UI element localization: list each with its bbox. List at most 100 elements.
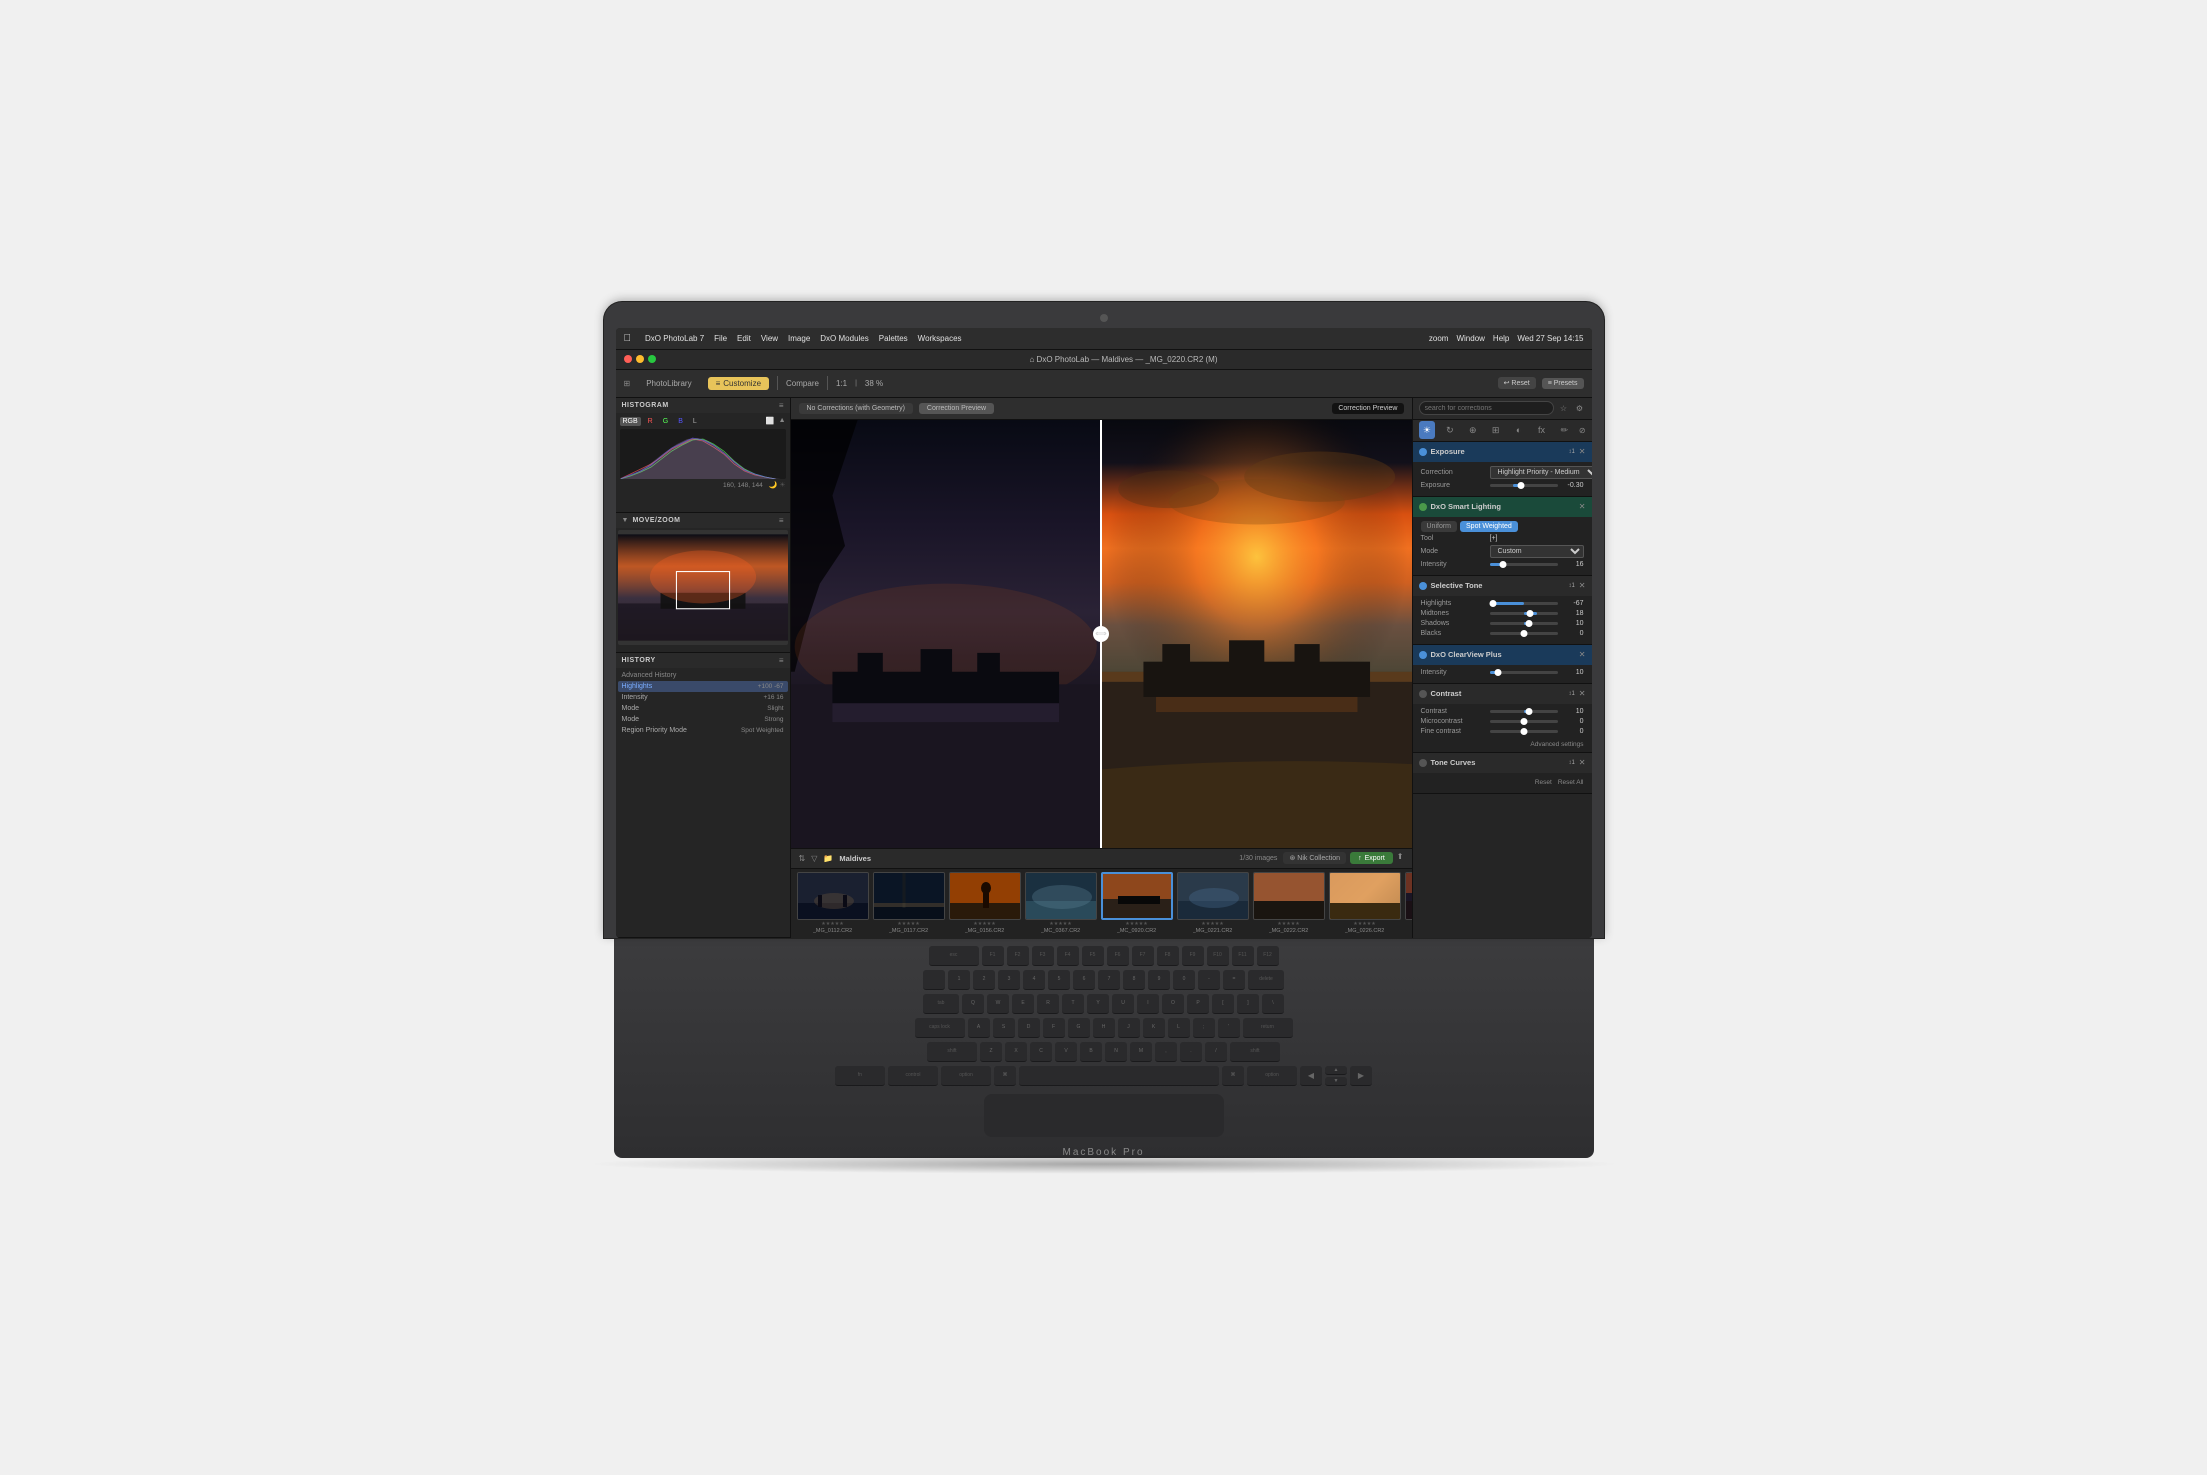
key-i[interactable]: I	[1137, 994, 1159, 1014]
histogram-display-icon[interactable]: ⬜	[766, 417, 775, 426]
key-f12[interactable]: F12	[1257, 946, 1279, 966]
history-menu-icon[interactable]: ≡	[779, 656, 784, 665]
key-equals[interactable]: =	[1223, 970, 1245, 990]
history-header[interactable]: HISTORY ≡	[616, 653, 790, 668]
key-capslock[interactable]: caps lock	[915, 1018, 965, 1038]
contrast-header[interactable]: Contrast ↕1 ✕	[1413, 684, 1592, 704]
zoom-level[interactable]: 1:1	[836, 379, 847, 388]
sl-intensity-slider[interactable]	[1490, 563, 1558, 566]
hist-r[interactable]: R	[645, 417, 656, 426]
key-k[interactable]: K	[1143, 1018, 1165, 1038]
menubar-view[interactable]: View	[761, 334, 778, 343]
key-control[interactable]: control	[888, 1066, 938, 1086]
close-button[interactable]	[624, 355, 632, 363]
filmstrip-thumb-5[interactable]: ★★★★★ _MG_0221.CR2	[1177, 872, 1249, 934]
key-f4[interactable]: F4	[1057, 946, 1079, 966]
menubar-edit[interactable]: Edit	[737, 334, 751, 343]
key-comma[interactable]: ,	[1155, 1042, 1177, 1062]
key-option[interactable]: option	[941, 1066, 991, 1086]
hist-l[interactable]: L	[690, 417, 700, 426]
sl-uniform-button[interactable]: Uniform	[1421, 521, 1458, 532]
key-slash[interactable]: /	[1205, 1042, 1227, 1062]
tool-crop[interactable]: ⊕	[1464, 421, 1481, 439]
key-y[interactable]: Y	[1087, 994, 1109, 1014]
exposure-module-header[interactable]: Exposure ↕1 ✕	[1413, 442, 1592, 462]
minimize-button[interactable]	[636, 355, 644, 363]
menubar-help[interactable]: Help	[1493, 334, 1509, 343]
key-5[interactable]: 5	[1048, 970, 1070, 990]
key-s[interactable]: S	[993, 1018, 1015, 1038]
key-tab[interactable]: tab	[923, 994, 959, 1014]
exposure-close-icon[interactable]: ✕	[1579, 447, 1586, 456]
key-4[interactable]: 4	[1023, 970, 1045, 990]
key-f8[interactable]: F8	[1157, 946, 1179, 966]
key-bracketr[interactable]: ]	[1237, 994, 1259, 1014]
filter-icon[interactable]: ▽	[811, 854, 817, 863]
key-right[interactable]: ▶	[1350, 1066, 1372, 1086]
exposure-slider[interactable]	[1490, 484, 1558, 487]
tool-pen[interactable]: ✏	[1556, 421, 1573, 439]
key-3[interactable]: 3	[998, 970, 1020, 990]
tool-palette[interactable]: ◐	[1510, 421, 1527, 439]
key-f10[interactable]: F10	[1207, 946, 1229, 966]
key-period[interactable]: .	[1180, 1042, 1202, 1062]
key-cmd-icon[interactable]: ⌘	[994, 1066, 1016, 1086]
key-7[interactable]: 7	[1098, 970, 1120, 990]
clearview-header[interactable]: DxO ClearView Plus ✕	[1413, 645, 1592, 665]
key-6[interactable]: 6	[1073, 970, 1095, 990]
microcontrast-slider[interactable]	[1490, 720, 1558, 723]
key-semicolon[interactable]: ;	[1193, 1018, 1215, 1038]
history-item[interactable]: Mode Slight	[618, 703, 788, 714]
key-f3[interactable]: F3	[1032, 946, 1054, 966]
eyedropper-icon[interactable]: ⊘	[1579, 426, 1586, 435]
tc-close-icon[interactable]: ✕	[1579, 758, 1586, 767]
filmstrip-thumb-0[interactable]: ★★★★★ _MG_0112.CR2	[797, 872, 869, 934]
key-v[interactable]: V	[1055, 1042, 1077, 1062]
share-icon[interactable]: ⬆	[1397, 852, 1404, 864]
sort-icon[interactable]: ⇅	[799, 854, 806, 863]
menubar-window[interactable]: Window	[1456, 334, 1484, 343]
history-item[interactable]: Mode Strong	[618, 714, 788, 725]
key-z[interactable]: Z	[980, 1042, 1002, 1062]
correction-dropdown[interactable]: Highlight Priority - Medium	[1490, 466, 1592, 479]
key-x[interactable]: X	[1005, 1042, 1027, 1062]
sl-spot-button[interactable]: Spot Weighted	[1460, 521, 1518, 532]
filmstrip-thumb-4[interactable]: ★★★★★ _MC_0920.CR2	[1101, 872, 1173, 934]
filmstrip-thumb-8[interactable]: ★★★★★ _MG_0229.CR2	[1405, 872, 1412, 934]
highlights-slider[interactable]	[1490, 602, 1558, 605]
filmstrip-thumb-1[interactable]: ★★★★★ _MG_0117.CR2	[873, 872, 945, 934]
key-a[interactable]: A	[968, 1018, 990, 1038]
filmstrip-thumb-2[interactable]: ★★★★★ _MG_0156.CR2	[949, 872, 1021, 934]
zoom-percent[interactable]: 38 %	[865, 379, 883, 388]
presets-button[interactable]: ≡ Presets	[1542, 378, 1584, 389]
key-l[interactable]: L	[1168, 1018, 1190, 1038]
key-minus[interactable]: -	[1198, 970, 1220, 990]
correction-preview-button[interactable]: Correction Preview	[919, 403, 994, 414]
histogram-header[interactable]: HISTOGRAM ≡	[616, 398, 790, 413]
key-m[interactable]: M	[1130, 1042, 1152, 1062]
trackpad[interactable]	[984, 1094, 1224, 1137]
key-e[interactable]: E	[1012, 994, 1034, 1014]
key-up[interactable]: ▲	[1325, 1066, 1347, 1075]
midtones-slider[interactable]	[1490, 612, 1558, 615]
split-line[interactable]: ⟺	[1100, 420, 1102, 848]
key-f2[interactable]: F2	[1007, 946, 1029, 966]
key-down[interactable]: ▼	[1325, 1077, 1347, 1086]
movezoom-header[interactable]: ▼ MOVE/ZOOM ≡	[616, 513, 790, 528]
key-shift-l[interactable]: shift	[927, 1042, 977, 1062]
key-left[interactable]: ◀	[1300, 1066, 1322, 1086]
key-f1[interactable]: F1	[982, 946, 1004, 966]
menubar-app-name[interactable]: DxO PhotoLab 7	[645, 334, 704, 343]
tool-history[interactable]: ↻	[1441, 421, 1458, 439]
key-bracketl[interactable]: [	[1212, 994, 1234, 1014]
key-p[interactable]: P	[1187, 994, 1209, 1014]
key-0[interactable]: 0	[1173, 970, 1195, 990]
tool-layers[interactable]: ⊞	[1487, 421, 1504, 439]
filmstrip-thumb-6[interactable]: ★★★★★ _MG_0222.CR2	[1253, 872, 1325, 934]
thumbnail-preview[interactable]	[618, 530, 788, 645]
nik-collection-button[interactable]: ⊛ Nik Collection	[1283, 852, 1346, 864]
key-r[interactable]: R	[1037, 994, 1059, 1014]
key-g[interactable]: G	[1068, 1018, 1090, 1038]
key-f[interactable]: F	[1043, 1018, 1065, 1038]
tc-reset-all-link[interactable]: Reset All	[1558, 779, 1584, 786]
